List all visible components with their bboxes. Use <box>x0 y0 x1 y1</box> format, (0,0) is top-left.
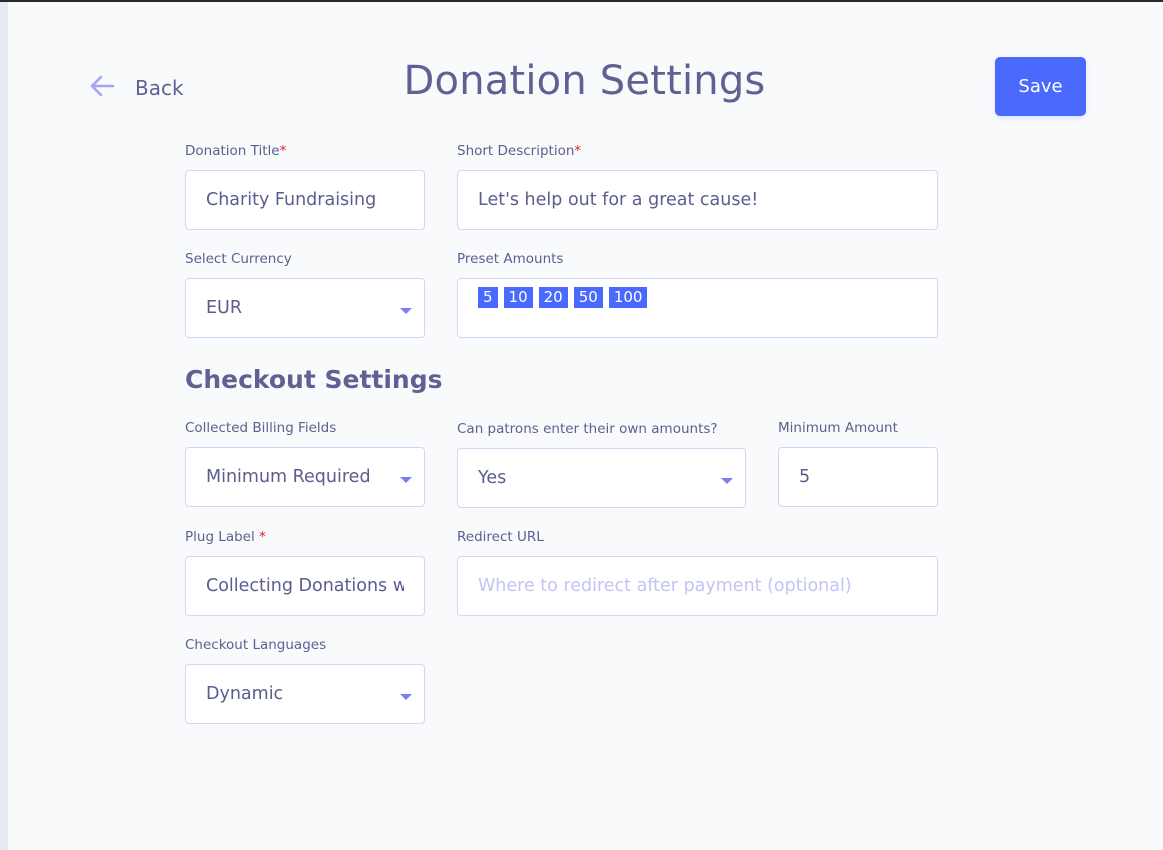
caret-down-icon <box>400 308 412 314</box>
checkout-languages-value: Dynamic <box>206 684 284 704</box>
minimum-amount-label: Minimum Amount <box>778 420 898 436</box>
caret-down-icon <box>400 694 412 700</box>
preset-amount-tag[interactable]: 50 <box>573 287 603 308</box>
plug-label-label: Plug Label * <box>185 529 266 545</box>
checkout-languages-label: Checkout Languages <box>185 637 327 653</box>
save-button[interactable]: Save <box>995 57 1086 116</box>
window-top-border <box>0 0 1163 2</box>
short-description-input[interactable] <box>457 170 938 230</box>
billing-fields-value: Minimum Required <box>206 467 371 487</box>
caret-down-icon <box>400 477 412 483</box>
own-amounts-value: Yes <box>478 468 507 488</box>
short-description-label: Short Description* <box>457 143 581 159</box>
currency-label: Select Currency <box>185 251 292 267</box>
preset-amount-tag[interactable]: 100 <box>608 287 648 308</box>
page-title: Donation Settings <box>403 58 766 104</box>
donation-title-label-text: Donation Title <box>185 143 280 159</box>
preset-amounts-label: Preset Amounts <box>457 251 564 267</box>
own-amounts-select[interactable]: Yes <box>457 448 746 508</box>
required-marker: * <box>259 529 266 545</box>
currency-value: EUR <box>206 298 243 318</box>
preset-amount-tag[interactable]: 20 <box>538 287 568 308</box>
redirect-url-label: Redirect URL <box>457 529 544 545</box>
donation-title-input[interactable] <box>185 170 425 230</box>
billing-fields-select[interactable]: Minimum Required <box>185 447 425 507</box>
preset-amounts-input[interactable]: 5 10 20 50 100 <box>457 278 938 338</box>
checkout-languages-select[interactable]: Dynamic <box>185 664 425 724</box>
preset-amount-tag[interactable]: 5 <box>478 287 498 308</box>
billing-fields-label: Collected Billing Fields <box>185 420 337 436</box>
preset-amount-tag[interactable]: 10 <box>503 287 533 308</box>
left-sidebar-edge <box>0 2 8 850</box>
required-marker: * <box>574 143 582 159</box>
plug-label-input[interactable] <box>185 556 425 616</box>
required-marker: * <box>279 143 287 159</box>
plug-label-label-text: Plug Label <box>185 529 260 545</box>
checkout-settings-heading: Checkout Settings <box>185 365 443 394</box>
currency-select[interactable]: EUR <box>185 278 425 338</box>
own-amounts-label: Can patrons enter their own amounts? <box>457 421 718 437</box>
short-description-label-text: Short Description <box>457 143 575 159</box>
donation-title-label: Donation Title* <box>185 143 286 159</box>
caret-down-icon <box>721 478 733 484</box>
minimum-amount-input[interactable] <box>778 447 938 507</box>
redirect-url-input[interactable] <box>457 556 938 616</box>
